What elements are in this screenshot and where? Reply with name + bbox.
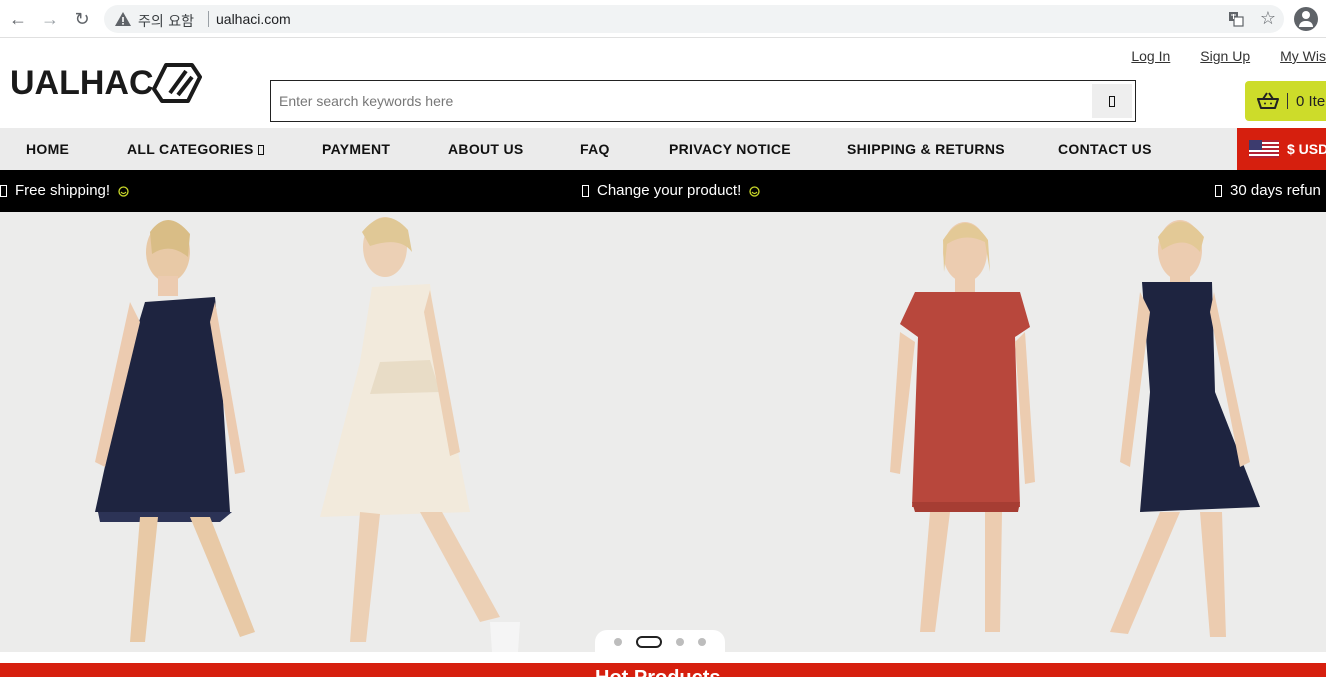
login-link[interactable]: Log In <box>1131 48 1170 64</box>
nav-contact-us[interactable]: CONTACT US <box>1058 128 1152 170</box>
nav-all-categories[interactable]: ALL CATEGORIES <box>127 128 264 170</box>
nav-home[interactable]: HOME <box>26 128 69 170</box>
model-navy-sleeveless <box>1110 220 1260 637</box>
currency-selector[interactable]: $ USD <box>1237 128 1326 170</box>
search-input[interactable] <box>271 81 1091 121</box>
hero-slider[interactable] <box>0 212 1326 652</box>
announcement-ticker: Free shipping! Change your product! 30 d… <box>0 170 1326 212</box>
cart-button[interactable]: 0 Ite <box>1245 81 1326 121</box>
section-title: Hot Products <box>595 667 721 677</box>
exchange-icon <box>582 185 589 197</box>
ticker-item-text: Free shipping! <box>15 182 111 199</box>
search-button[interactable] <box>1092 84 1132 118</box>
model-red-lace <box>890 222 1035 632</box>
model-navy-strapless <box>95 219 255 642</box>
nav-payment[interactable]: PAYMENT <box>322 128 390 170</box>
warning-icon <box>115 12 131 26</box>
ticker-item-text: 30 days refun <box>1230 182 1321 199</box>
slider-dot-active[interactable] <box>636 636 662 648</box>
smile-icon <box>118 185 129 197</box>
smile-icon <box>749 185 760 197</box>
search-icon <box>1109 95 1115 107</box>
cart-divider <box>1287 93 1288 109</box>
search-box <box>270 80 1136 122</box>
signup-link[interactable]: Sign Up <box>1200 48 1250 64</box>
translate-icon[interactable] <box>1228 11 1244 27</box>
wishlist-link[interactable]: My Wis <box>1280 48 1326 64</box>
account-links: Log In Sign Up My Wis <box>1101 48 1326 64</box>
cart-count: 0 Ite <box>1296 92 1326 110</box>
site-logo[interactable]: UALHAC <box>10 58 202 108</box>
site-header: UALHAC Log In Sign Up My Wis 0 Ite <box>0 38 1326 128</box>
hero-banner-image <box>95 217 1260 652</box>
address-bar[interactable]: 주의 요함 ualhaci.com ☆ <box>104 5 1284 33</box>
slider-pagination <box>595 630 725 654</box>
ticker-item: Free shipping! <box>0 170 129 212</box>
section-heading-bar: Hot Products <box>0 663 1326 677</box>
nav-about-us[interactable]: ABOUT US <box>448 128 524 170</box>
omnibox-separator <box>208 11 209 27</box>
browser-toolbar: ← → ↻ 주의 요함 ualhaci.com ☆ <box>0 0 1326 38</box>
ticker-item-text: Change your product! <box>597 182 742 199</box>
ticker-item: 30 days refun <box>1215 170 1321 212</box>
nav-faq[interactable]: FAQ <box>580 128 610 170</box>
nav-privacy-notice[interactable]: PRIVACY NOTICE <box>669 128 791 170</box>
slider-dot[interactable] <box>676 638 684 646</box>
profile-avatar-icon[interactable] <box>1294 7 1318 31</box>
truck-icon <box>0 185 7 197</box>
logo-text: UALHAC <box>10 63 154 102</box>
bookmark-star-icon[interactable]: ☆ <box>1260 8 1276 29</box>
basket-icon <box>1257 92 1279 109</box>
back-arrow-icon[interactable]: ← <box>8 9 28 29</box>
logo-mark-icon <box>151 63 202 103</box>
nav-all-categories-label: ALL CATEGORIES <box>127 141 254 157</box>
us-flag-icon <box>1249 140 1279 158</box>
reload-icon[interactable]: ↻ <box>72 9 92 29</box>
forward-arrow-icon[interactable]: → <box>40 9 60 29</box>
chevron-down-icon <box>257 145 264 155</box>
slider-dot[interactable] <box>614 638 622 646</box>
model-cream-dress <box>320 217 520 652</box>
ticker-item: Change your product! <box>582 170 760 212</box>
currency-label: $ USD <box>1287 141 1326 157</box>
main-nav: HOME ALL CATEGORIES PAYMENT ABOUT US FAQ… <box>0 128 1326 170</box>
nav-shipping-returns[interactable]: SHIPPING & RETURNS <box>847 128 1005 170</box>
security-warning-text: 주의 요함 <box>138 14 194 30</box>
url-text[interactable]: ualhaci.com <box>216 11 291 27</box>
slider-dot[interactable] <box>698 638 706 646</box>
refund-icon <box>1215 185 1222 197</box>
